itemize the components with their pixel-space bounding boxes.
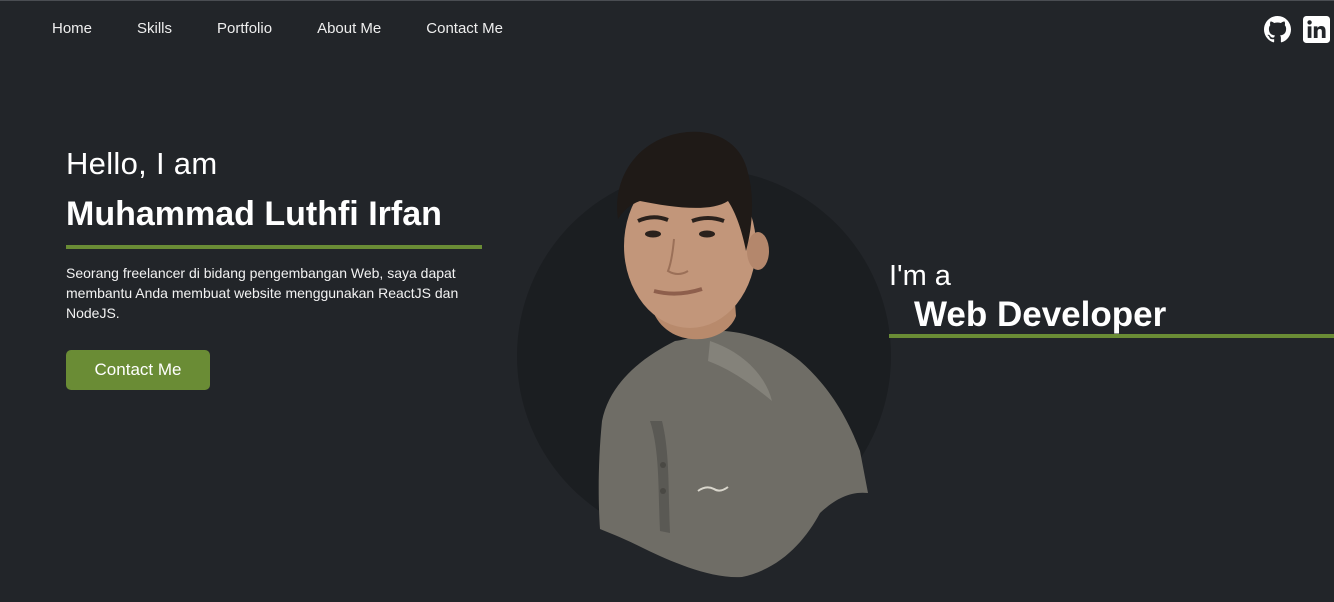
role-prefix: I'm a — [889, 260, 951, 292]
linkedin-icon[interactable] — [1303, 16, 1330, 43]
nav-link-about-me[interactable]: About Me — [317, 20, 381, 38]
name-underline — [66, 245, 482, 249]
nav-link-portfolio[interactable]: Portfolio — [217, 20, 272, 38]
nav-link-skills[interactable]: Skills — [137, 20, 172, 38]
role-underline — [889, 334, 1334, 338]
hero-name: Muhammad Luthfi Irfan — [66, 195, 442, 233]
contact-me-button[interactable]: Contact Me — [66, 350, 210, 390]
nav-link-home[interactable]: Home — [52, 20, 92, 38]
top-nav: Home Skills Portfolio About Me Contact M… — [0, 1, 1334, 59]
role-title: Web Developer — [914, 295, 1167, 334]
social-links — [1264, 16, 1330, 43]
github-icon[interactable] — [1264, 16, 1291, 43]
nav-links: Home Skills Portfolio About Me Contact M… — [52, 20, 503, 38]
page: Home Skills Portfolio About Me Contact M… — [0, 0, 1334, 602]
nav-link-contact-me[interactable]: Contact Me — [426, 20, 503, 38]
hero-greeting: Hello, I am — [66, 146, 218, 181]
profile-portrait — [517, 131, 891, 578]
hero-description: Seorang freelancer di bidang pengembanga… — [66, 265, 459, 321]
